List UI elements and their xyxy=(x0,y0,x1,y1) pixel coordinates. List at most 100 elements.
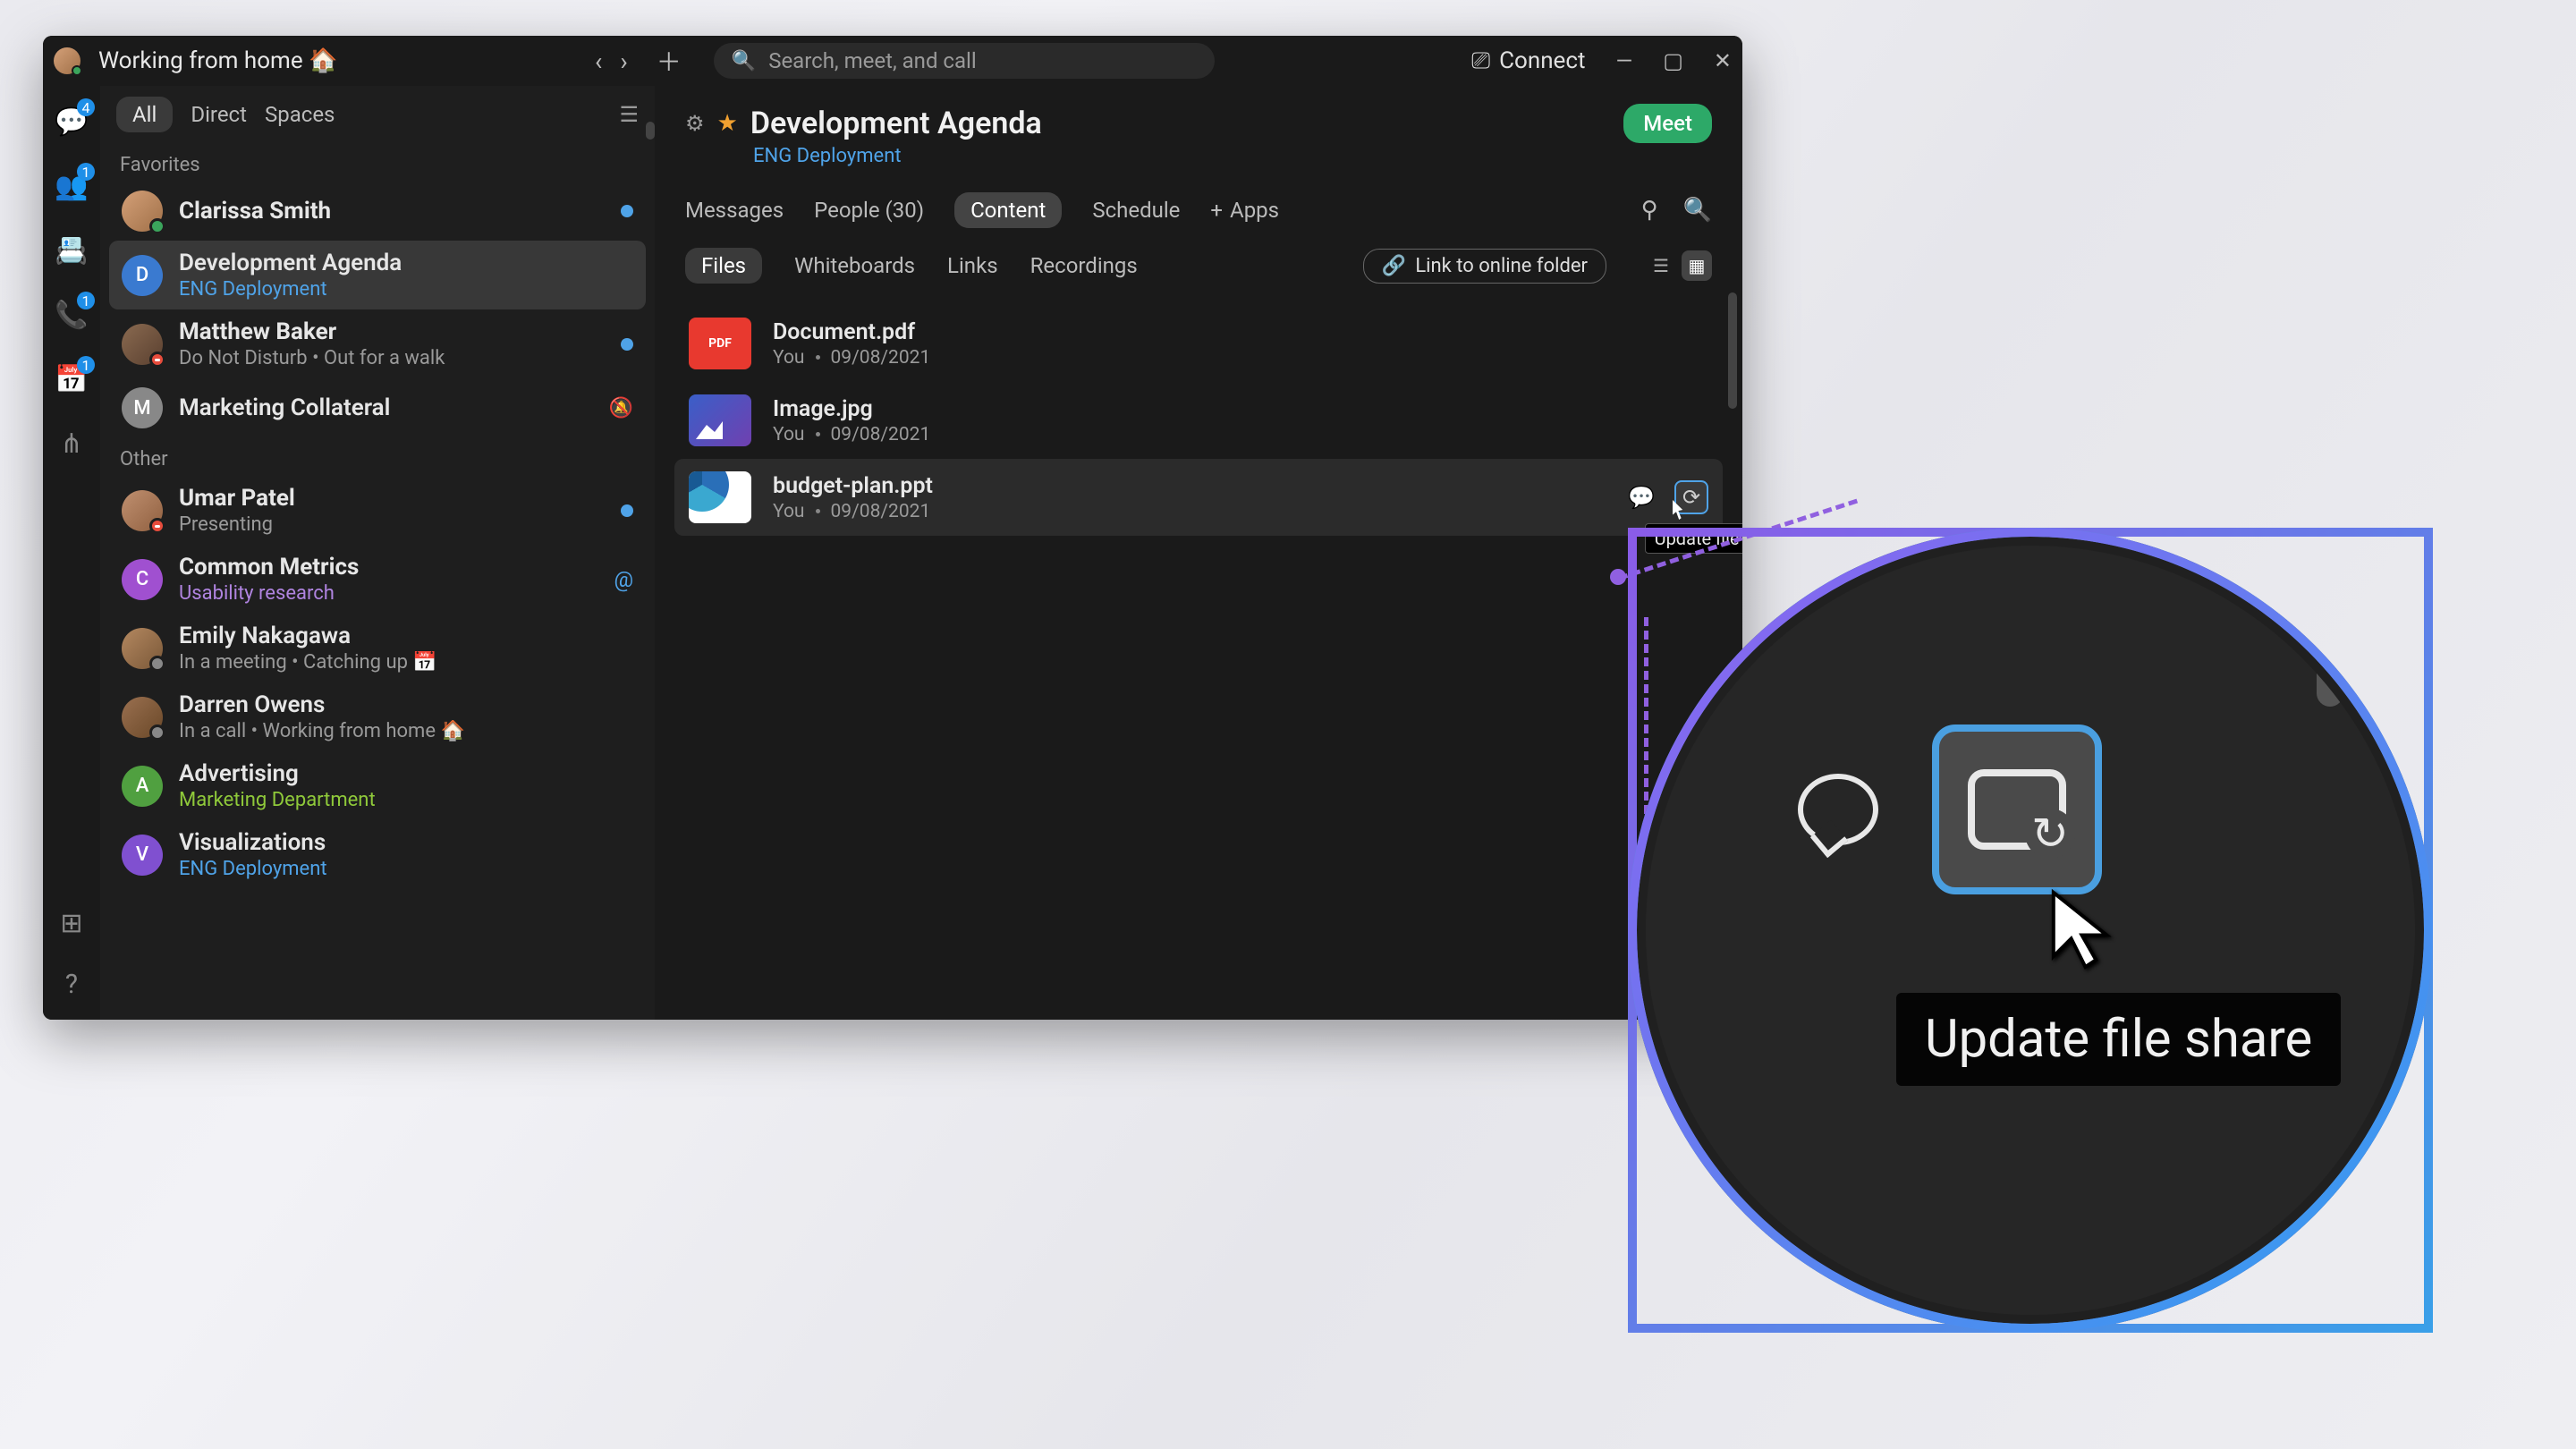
convo-name: Advertising xyxy=(179,760,633,787)
avatar xyxy=(122,697,163,738)
avatar: M xyxy=(122,387,163,428)
section-other: Other xyxy=(100,437,655,476)
convo-name: Marketing Collateral xyxy=(179,394,593,421)
tab-people[interactable]: People (30) xyxy=(814,198,924,223)
section-favorites: Favorites xyxy=(100,143,655,182)
share-refresh-icon xyxy=(1968,769,2066,850)
file-name: Document.pdf xyxy=(773,319,930,345)
convo-name: Darren Owens xyxy=(179,691,633,718)
sidebar-tabs: All Direct Spaces ☰ xyxy=(100,86,655,143)
rail-calendar[interactable]: 📅1 xyxy=(54,361,89,397)
file-owner: You xyxy=(773,501,805,522)
view-list-button[interactable]: ☰ xyxy=(1646,250,1676,281)
gear-icon[interactable]: ⚙ xyxy=(685,111,705,136)
rail-badge: 1 xyxy=(77,356,95,374)
file-row-budget[interactable]: budget-plan.ppt You09/08/2021 💬 ⟳ Update… xyxy=(674,459,1723,536)
tab-direct[interactable]: Direct xyxy=(191,102,247,127)
convo-item-umar[interactable]: Umar PatelPresenting xyxy=(109,476,646,545)
avatar xyxy=(122,490,163,531)
app-window: Working from home 🏠 ‹ › ＋ 🔍 Search, meet… xyxy=(43,36,1742,1020)
ftab-recordings[interactable]: Recordings xyxy=(1030,253,1138,278)
forward-button[interactable]: › xyxy=(620,47,627,76)
unread-dot-icon xyxy=(621,205,633,217)
convo-item-clarissa[interactable]: Clarissa Smith xyxy=(109,182,646,241)
plus-icon: + xyxy=(1210,198,1223,223)
convo-item-darren[interactable]: Darren OwensIn a call • Working from hom… xyxy=(109,682,646,751)
link-icon: 🔗 xyxy=(1382,255,1406,277)
convo-sub: ENG Deployment xyxy=(179,858,633,880)
file-tabs: Files Whiteboards Links Recordings 🔗Link… xyxy=(655,239,1742,292)
content-tabs: Messages People (30) Content Schedule +A… xyxy=(655,178,1742,239)
tab-content[interactable]: Content xyxy=(954,192,1062,228)
search-icon[interactable]: 🔍 xyxy=(1683,197,1712,224)
convo-sub: ENG Deployment xyxy=(179,278,633,301)
ftab-whiteboards[interactable]: Whiteboards xyxy=(794,253,915,278)
rail-messaging[interactable]: 💬4 xyxy=(54,104,89,140)
rail-contacts[interactable]: 📇 xyxy=(54,233,89,268)
file-date: 09/08/2021 xyxy=(831,424,931,445)
convo-item-matthew[interactable]: Matthew BakerDo Not Disturb • Out for a … xyxy=(109,309,646,378)
filter-icon[interactable]: ☰ xyxy=(619,102,639,127)
view-grid-button[interactable]: ▦ xyxy=(1682,250,1712,281)
convo-item-visualizations[interactable]: V VisualizationsENG Deployment xyxy=(109,820,646,889)
rail-badge: 1 xyxy=(77,292,95,309)
meet-button[interactable]: Meet xyxy=(1623,104,1712,143)
convo-item-common-metrics[interactable]: C Common MetricsUsability research @ xyxy=(109,545,646,614)
ftab-files[interactable]: Files xyxy=(685,248,762,284)
rail-activity[interactable]: ⋔ xyxy=(54,426,89,462)
chat-action-button[interactable]: 💬 xyxy=(1624,480,1658,514)
status-indicator-icon xyxy=(72,65,82,76)
file-row-image[interactable]: Image.jpg You09/08/2021 xyxy=(674,382,1723,459)
avatar: D xyxy=(122,255,163,296)
maximize-button[interactable]: ▢ xyxy=(1663,48,1683,73)
minimize-button[interactable]: ― xyxy=(1615,48,1632,73)
file-date: 09/08/2021 xyxy=(831,501,931,522)
update-share-button-zoom[interactable] xyxy=(1932,724,2102,894)
user-avatar[interactable] xyxy=(54,47,80,74)
rail-apps[interactable]: ⊞ xyxy=(54,905,89,941)
convo-sub: Do Not Disturb • Out for a walk xyxy=(179,347,605,369)
convo-item-emily[interactable]: Emily NakagawaIn a meeting • Catching up… xyxy=(109,614,646,682)
tab-schedule[interactable]: Schedule xyxy=(1092,198,1180,223)
convo-item-advertising[interactable]: A AdvertisingMarketing Department xyxy=(109,751,646,820)
convo-name: Matthew Baker xyxy=(179,318,605,345)
star-icon[interactable]: ★ xyxy=(717,110,738,137)
convo-item-marketing-collateral[interactable]: M Marketing Collateral 🔕 xyxy=(109,378,646,437)
chat-icon xyxy=(1798,774,1878,845)
rail-help[interactable]: ? xyxy=(54,966,89,1002)
convo-sub: Presenting xyxy=(179,513,605,536)
scrollbar[interactable] xyxy=(646,122,655,140)
connect-button[interactable]: ⎚Connect xyxy=(1471,47,1585,75)
tab-spaces[interactable]: Spaces xyxy=(265,102,335,127)
tab-apps[interactable]: +Apps xyxy=(1210,198,1279,223)
tab-all[interactable]: All xyxy=(116,97,173,132)
file-row-document[interactable]: PDF Document.pdf You09/08/2021 xyxy=(674,305,1723,382)
link-folder-button[interactable]: 🔗Link to online folder xyxy=(1363,249,1606,284)
parent-team-link[interactable]: ENG Deployment xyxy=(753,145,1712,167)
tab-messages[interactable]: Messages xyxy=(685,198,784,223)
search-input[interactable]: 🔍 Search, meet, and call xyxy=(714,43,1215,79)
user-status-text[interactable]: Working from home 🏠 xyxy=(98,47,337,74)
convo-name: Development Agenda xyxy=(179,250,633,276)
connect-icon: ⎚ xyxy=(1471,47,1490,75)
convo-item-development-agenda[interactable]: D Development AgendaENG Deployment xyxy=(109,241,646,309)
files-list: PDF Document.pdf You09/08/2021 Image.jpg… xyxy=(655,292,1742,548)
rail-teams[interactable]: 👥1 xyxy=(54,168,89,204)
scrollbar[interactable] xyxy=(1728,292,1737,409)
rail-calls[interactable]: 📞1 xyxy=(54,297,89,333)
convo-name: Clarissa Smith xyxy=(179,198,605,225)
sidebar: All Direct Spaces ☰ Favorites Clarissa S… xyxy=(100,86,655,1020)
ftab-links[interactable]: Links xyxy=(947,253,998,278)
close-button[interactable]: ✕ xyxy=(1714,48,1732,73)
status-badge-icon xyxy=(149,352,165,368)
pin-icon[interactable]: ⚲ xyxy=(1641,197,1658,224)
back-button[interactable]: ‹ xyxy=(595,47,602,76)
content-pane: ⚙ ★ Development Agenda Meet ENG Deployme… xyxy=(655,86,1742,1020)
navigation-arrows: ‹ › xyxy=(595,47,628,76)
avatar xyxy=(122,628,163,669)
muted-icon: 🔕 xyxy=(609,397,633,419)
rail-badge: 4 xyxy=(77,98,95,116)
unread-dot-icon xyxy=(621,338,633,351)
space-title: Development Agenda xyxy=(750,106,1042,141)
new-button[interactable]: ＋ xyxy=(657,43,682,79)
